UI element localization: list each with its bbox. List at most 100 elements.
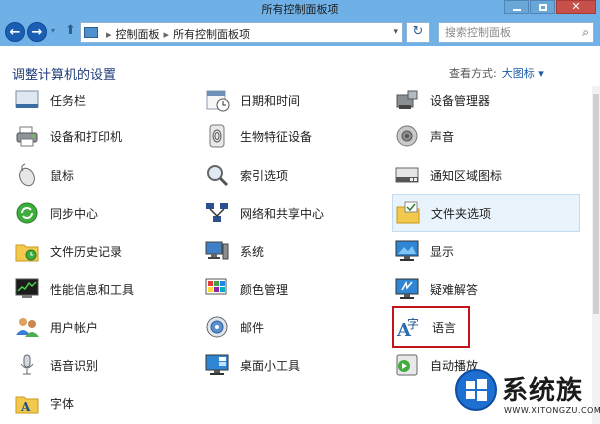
item-performance[interactable]: 性能信息和工具 [14, 271, 184, 307]
item-device-manager[interactable]: 设备管理器 [394, 86, 564, 118]
page-title: 调整计算机的设置 [12, 68, 117, 83]
recent-locations-dropdown[interactable]: ▾ [51, 26, 55, 35]
item-folder-options[interactable]: 文件夹选项 [392, 194, 580, 232]
watermark: 系统族 WWW.XITONGZU.COM [454, 364, 600, 424]
view-by-label: 查看方式: [449, 67, 497, 80]
navigation-bar: ← → ▾ ⬆ ▸控制面板▸所有控制面板项 ▾ ↻ ⌕ [0, 16, 600, 46]
mail-icon [204, 314, 230, 340]
fonts-icon: A [14, 390, 40, 416]
item-label: 用户帐户 [50, 320, 99, 335]
item-label: 语言 [432, 320, 457, 335]
folder-options-icon [395, 200, 421, 226]
item-label: 设备管理器 [430, 93, 491, 108]
item-sound[interactable]: 声音 [394, 118, 564, 154]
content-header: 调整计算机的设置 查看方式: 大图标 ▾ [0, 46, 600, 86]
item-label: 索引选项 [240, 168, 289, 183]
search-input[interactable] [439, 23, 575, 42]
search-box: ⌕ [438, 22, 594, 43]
item-label: 邮件 [240, 320, 265, 335]
item-biometric-devices[interactable]: 生物特征设备 [204, 118, 374, 154]
refresh-icon: ↻ [412, 24, 424, 39]
forward-button[interactable]: → [27, 22, 47, 42]
watermark-text: 系统族 [502, 376, 584, 406]
network-icon [204, 200, 230, 226]
item-devices-printers[interactable]: 设备和打印机 [14, 118, 184, 154]
item-label: 字体 [50, 396, 75, 411]
item-system[interactable]: 系统 [204, 233, 374, 269]
autoplay-icon [394, 352, 420, 378]
item-notification-area-icons[interactable]: 通知区域图标 [394, 157, 564, 193]
indexing-magnifier-icon [204, 162, 230, 188]
address-field[interactable]: ▸ 控制面板 ▸ 所有控制面板项 ▾ [80, 22, 403, 43]
sync-center-icon [14, 200, 40, 226]
up-arrow-icon: ⬆ [65, 23, 76, 38]
item-label: 性能信息和工具 [50, 282, 135, 297]
desktop-gadgets-icon [204, 352, 230, 378]
item-label: 语音识别 [50, 358, 99, 373]
fingerprint-icon [204, 123, 230, 149]
item-taskbar[interactable]: 任务栏 [14, 86, 184, 118]
item-label: 生物特征设备 [240, 129, 313, 144]
breadcrumb-all-items[interactable]: 所有控制面板项 [173, 28, 250, 41]
item-language[interactable]: A字 语言 [392, 306, 470, 348]
item-label: 同步中心 [50, 206, 99, 221]
item-label: 文件历史记录 [50, 244, 123, 259]
breadcrumb: ▸ 控制面板 ▸ 所有控制面板项 [102, 26, 250, 42]
speaker-icon [394, 123, 420, 149]
microphone-icon [14, 352, 40, 378]
item-label: 通知区域图标 [430, 168, 503, 183]
close-icon: ✕ [571, 0, 581, 13]
item-label: 桌面小工具 [240, 358, 301, 373]
language-icon: A字 [396, 314, 422, 340]
maximize-icon [538, 3, 547, 11]
performance-icon [14, 276, 40, 302]
item-mail[interactable]: 邮件 [204, 309, 374, 345]
minimize-button[interactable] [504, 0, 529, 14]
breadcrumb-control-panel[interactable]: 控制面板 [116, 28, 160, 41]
item-color-management[interactable]: 颜色管理 [204, 271, 374, 307]
calendar-clock-icon [204, 87, 230, 113]
back-button[interactable]: ← [5, 22, 25, 42]
item-label: 网络和共享中心 [240, 206, 325, 221]
device-manager-icon [394, 87, 420, 113]
item-display[interactable]: 显示 [394, 233, 564, 269]
svg-text:字: 字 [407, 316, 419, 331]
item-sync-center[interactable]: 同步中心 [14, 195, 184, 231]
view-by-dropdown[interactable]: 大图标 ▾ [502, 67, 544, 80]
item-mouse[interactable]: 鼠标 [14, 157, 184, 193]
title-bar: 所有控制面板项 ✕ [0, 0, 600, 16]
item-desktop-gadgets[interactable]: 桌面小工具 [204, 347, 374, 383]
back-arrow-icon: ← [9, 24, 21, 40]
close-button[interactable]: ✕ [556, 0, 596, 14]
item-network-sharing[interactable]: 网络和共享中心 [204, 195, 374, 231]
item-label: 系统 [240, 244, 265, 259]
item-user-accounts[interactable]: 用户帐户 [14, 309, 184, 345]
windows-logo-icon [455, 369, 497, 411]
window-controls: ✕ [504, 0, 596, 14]
breadcrumb-separator: ▸ [163, 28, 170, 41]
svg-text:A: A [20, 400, 31, 414]
printer-icon [14, 123, 40, 149]
view-by: 查看方式: 大图标 ▾ [449, 65, 544, 81]
item-label: 声音 [430, 129, 455, 144]
item-troubleshooting[interactable]: 疑难解答 [394, 271, 564, 307]
scrollbar-thumb[interactable] [593, 94, 599, 314]
watermark-url: WWW.XITONGZU.COM [504, 406, 600, 415]
up-level-button[interactable]: ⬆ [65, 23, 76, 38]
search-icon[interactable]: ⌕ [582, 25, 589, 40]
file-history-icon [14, 238, 40, 264]
troubleshooting-icon [394, 276, 420, 302]
item-fonts[interactable]: A 字体 [14, 385, 184, 421]
maximize-button[interactable] [530, 0, 555, 14]
address-dropdown-icon[interactable]: ▾ [393, 27, 398, 37]
item-label: 任务栏 [50, 93, 87, 108]
item-indexing-options[interactable]: 索引选项 [204, 157, 374, 193]
forward-arrow-icon: → [31, 24, 43, 40]
item-label: 文件夹选项 [431, 206, 492, 221]
item-file-history[interactable]: 文件历史记录 [14, 233, 184, 269]
refresh-button[interactable]: ↻ [406, 22, 430, 43]
color-management-icon [204, 276, 230, 302]
item-date-time[interactable]: 日期和时间 [204, 86, 374, 118]
minimize-icon [512, 8, 521, 11]
item-speech-recognition[interactable]: 语音识别 [14, 347, 184, 383]
